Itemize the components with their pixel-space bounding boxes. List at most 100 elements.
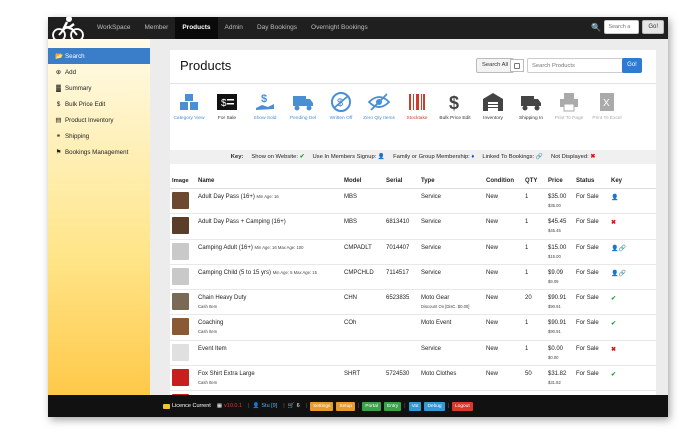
no-dollar-icon: $ (329, 90, 353, 114)
product-thumbnail[interactable] (172, 217, 189, 235)
toolbar-stocktake-button[interactable]: Stocktake (398, 88, 436, 134)
key-cell: 👤 (611, 189, 641, 213)
tick-icon: ✔ (299, 154, 305, 160)
table-row[interactable]: Adult Day Pass + Camping (16+) MBS 6813410… (170, 214, 656, 240)
sidebar-item-shipping[interactable]: ⚭ Shipping (48, 128, 150, 144)
logout-button[interactable]: Logout (452, 401, 473, 411)
global-search-input[interactable] (604, 20, 640, 34)
type-sub: Discount On [DisC. $0.00] (421, 304, 470, 310)
product-search-input[interactable] (527, 58, 635, 73)
column-header-key[interactable]: Key (611, 178, 641, 184)
toolbar-shipping-in-button[interactable]: Shipping In (512, 88, 550, 134)
product-name[interactable]: Adult Day Pass + Camping (16+) (198, 219, 286, 225)
column-header-qty[interactable]: QTY (525, 178, 548, 184)
price-text: $31.82 (548, 371, 567, 378)
key-cell: ✔ (611, 290, 641, 314)
nav-item-member[interactable]: Member (137, 17, 175, 39)
column-header-price[interactable]: Price (548, 178, 576, 184)
table-row[interactable]: Event Item Service New 1 $0.00 $0.00 For Sale ✖ (170, 341, 656, 367)
nav-item-workspace[interactable]: WorkSpace (90, 17, 137, 39)
global-search-go-button[interactable]: Go! (642, 20, 664, 34)
product-thumbnail[interactable] (172, 318, 189, 336)
sidebar-item-add[interactable]: ⊕ Add (48, 64, 150, 80)
column-header-type[interactable]: Type (421, 178, 486, 184)
nav-item-day-bookings[interactable]: Day Bookings (250, 17, 304, 39)
user-info[interactable]: 👤 Stu [9] (253, 403, 278, 409)
separator: | (404, 403, 406, 409)
basket-info[interactable]: 🛒 6 (288, 403, 300, 409)
price-sub: $15.00 (548, 253, 561, 259)
nav-item-overnight-bookings[interactable]: Overnight Bookings (304, 17, 375, 39)
table-row[interactable]: Coaching Cash Item COh Moto Event New 1 $90.91… (170, 315, 656, 341)
toolbar-category-view-button[interactable]: Category View (170, 88, 208, 134)
column-header-model[interactable]: Model (344, 178, 386, 184)
product-name[interactable]: Camping Child (5 to 15 yrs) (198, 270, 271, 276)
model-cell: MBS (344, 219, 358, 226)
search-all-checkbox[interactable] (510, 59, 524, 72)
product-name[interactable]: Event Item (198, 346, 227, 352)
column-header-status[interactable]: Status (576, 178, 611, 184)
product-thumbnail[interactable] (172, 293, 189, 311)
diamond-icon: ♦ (471, 154, 475, 160)
toolbar-show-sold-button[interactable]: $ Show Sold (246, 88, 284, 134)
sidebar-item-bookings-management[interactable]: ⚑ Bookings Management (48, 144, 150, 160)
product-name[interactable]: Fox Shirt Extra Large (198, 371, 255, 377)
sidebar-item-bulk-price-edit[interactable]: $ Bulk Price Edit (48, 96, 150, 112)
product-name[interactable]: Adult Day Pass (16+) (198, 194, 255, 200)
sidebar-item-summary[interactable]: ▓ Summary (48, 80, 150, 96)
table-row[interactable]: Fox Shirt Extra Large Cash Item SHRT 572453… (170, 366, 656, 392)
table-header: Image Name Model Serial Type Condition QTY Pric… (170, 174, 656, 189)
user-text: Stu [9] (261, 403, 278, 409)
moto-logo[interactable] (48, 17, 90, 42)
product-thumbnail[interactable] (172, 369, 189, 387)
column-header-image[interactable]: Image (170, 178, 198, 184)
product-thumbnail[interactable] (172, 267, 189, 285)
product-thumbnail[interactable] (172, 192, 189, 209)
entry-button[interactable]: Entry (383, 401, 402, 411)
table-row[interactable]: Camping Adult (16+) Min Age: 16 Max Age:… (170, 240, 656, 265)
toolbar-written-off-button[interactable]: $ Written Off (322, 88, 360, 134)
type-text: Moto Clothes (421, 371, 457, 378)
portal-button[interactable]: Portal (362, 401, 381, 411)
licence-text: Licence Current (172, 403, 211, 409)
model-cell: MBS (344, 194, 358, 200)
price-text: $0.00 (548, 345, 564, 352)
sidebar-item-product-inventory[interactable]: ▤ Product Inventory (48, 112, 150, 128)
model-cell: CMPCHLD (344, 269, 374, 276)
debug-button[interactable]: Debug (424, 401, 445, 411)
plus-circle-icon: ⊕ (55, 69, 62, 76)
setup-button[interactable]: Setup (336, 401, 355, 411)
settings-button[interactable]: Settings (310, 401, 334, 411)
toolbar-print-to-page-button[interactable]: Print To Page (550, 88, 588, 134)
toolbar-bulk-price-edit-button[interactable]: $ Bulk Price Edit (436, 88, 474, 134)
sidebar-item-search[interactable]: 📂 Search (48, 48, 150, 64)
product-name[interactable]: Camping Adult (16+) (198, 245, 253, 251)
sidebar-item-label: Bulk Price Edit (65, 100, 106, 108)
product-name[interactable]: Coaching (198, 320, 223, 326)
image-cell (170, 315, 198, 339)
search-all-button[interactable]: Search All (476, 58, 515, 73)
toolbar-print-to-excel-button[interactable]: X Print To Excel (588, 88, 626, 134)
nav-item-admin[interactable]: Admin (218, 17, 250, 39)
type-cell: Moto Event (421, 315, 486, 339)
link-icon: 🔗 (535, 154, 544, 160)
table-row[interactable]: Camping Child (5 to 15 yrs) Min Age: 5 M… (170, 265, 656, 291)
product-thumbnail[interactable] (172, 242, 189, 260)
toolbar-pending-del-button[interactable]: Pending Del (284, 88, 322, 134)
product-name[interactable]: Chain Heavy Duty (198, 295, 246, 301)
column-header-serial[interactable]: Serial (386, 178, 421, 184)
toolbar-for-sale-button[interactable]: $ For Sale (208, 88, 246, 134)
vat-button[interactable]: Vat (408, 401, 422, 411)
toolbar-zero-qty-items-button[interactable]: Zero Qty Items (360, 88, 398, 134)
table-row[interactable]: Adult Day Pass (16+) Min Age: 16 MBS Servi… (170, 189, 656, 215)
column-header-condition[interactable]: Condition (486, 178, 525, 184)
table-row[interactable]: Chain Heavy Duty Cash Item CHN 6523835 Moto … (170, 290, 656, 316)
toolbar-inventory-button[interactable]: Inventory (474, 88, 512, 134)
svg-text:$: $ (221, 98, 227, 109)
column-header-name[interactable]: Name (198, 178, 344, 184)
nav-search-group: 🔍 Go! (591, 20, 664, 34)
product-search-go-button[interactable]: Go! (622, 58, 642, 73)
boxes-icon (177, 90, 201, 114)
product-thumbnail[interactable] (172, 343, 189, 361)
nav-item-products[interactable]: Products (175, 17, 218, 39)
